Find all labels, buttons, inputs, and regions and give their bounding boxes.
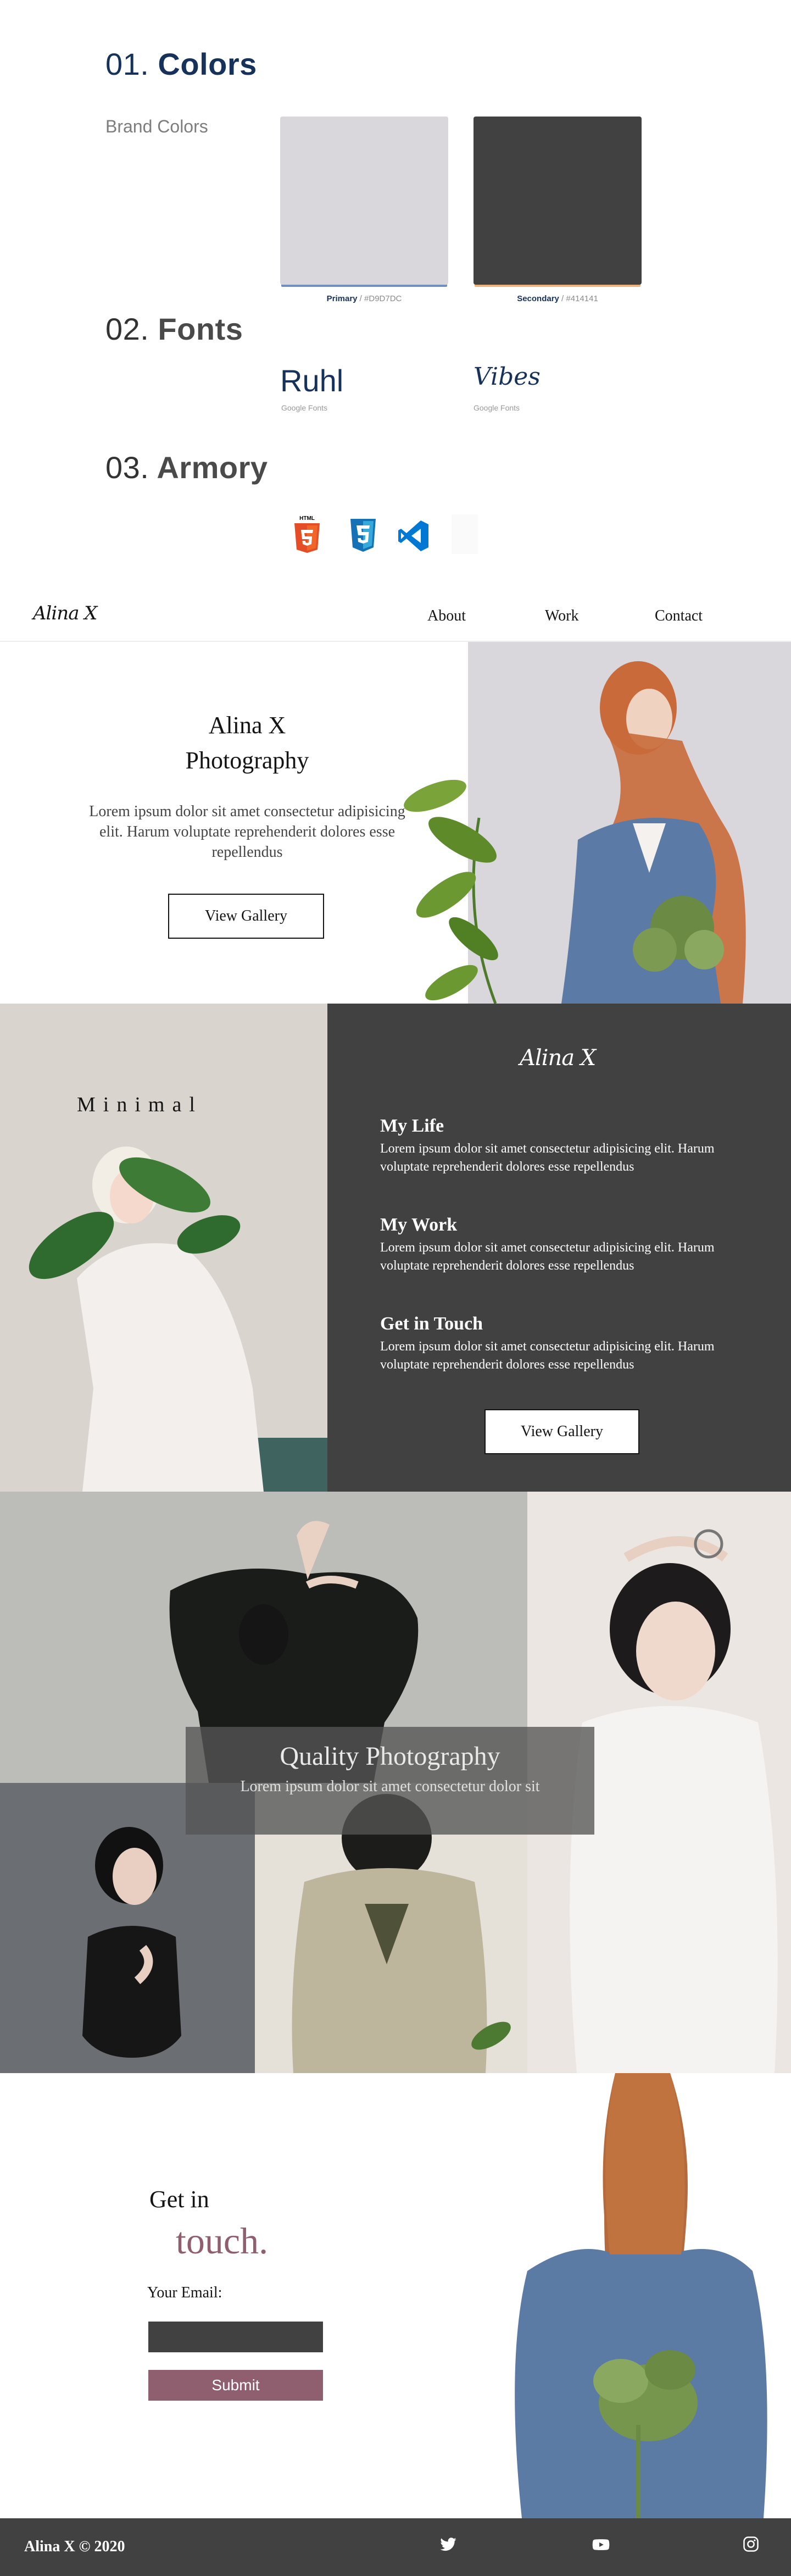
twitter-icon[interactable] bbox=[439, 2536, 457, 2553]
email-input[interactable] bbox=[148, 2322, 323, 2352]
about-panel: Alina X My Life Lorem ipsum dolor sit am… bbox=[327, 1004, 791, 1492]
about-view-gallery-button[interactable]: View Gallery bbox=[484, 1409, 639, 1454]
contact-photo bbox=[489, 2073, 791, 2518]
hero-body: Lorem ipsum dolor sit amet consectetur a… bbox=[89, 803, 405, 861]
html5-icon: HTML bbox=[292, 514, 322, 554]
gallery-section: Quality Photography Lorem ipsum dolor si… bbox=[0, 1492, 791, 2073]
hero-leaves bbox=[404, 779, 498, 1004]
submit-button[interactable]: Submit bbox=[148, 2370, 323, 2401]
minimal-label: Minimal bbox=[77, 1093, 203, 1116]
about-item-text: Lorem ipsum dolor sit amet consectetur a… bbox=[380, 1240, 715, 1273]
about-item-text: Lorem ipsum dolor sit amet consectetur a… bbox=[380, 1142, 715, 1174]
primary-swatch bbox=[280, 117, 448, 285]
email-label: Your Email: bbox=[147, 2284, 222, 2301]
gallery-title: Quality Photography bbox=[280, 1742, 500, 1771]
tool-placeholder bbox=[452, 514, 478, 554]
font-source-vibes: Google Fonts bbox=[474, 403, 520, 412]
primary-caption: Primary / #D9D7DC bbox=[326, 294, 402, 303]
hero-view-gallery-button[interactable]: View Gallery bbox=[168, 894, 324, 939]
hero-title: Alina X Photography bbox=[185, 712, 309, 774]
font-sample-ruhl: Ruhl bbox=[280, 363, 344, 398]
fonts-heading: 02. Fonts bbox=[105, 312, 243, 346]
svg-text:HTML: HTML bbox=[299, 516, 315, 522]
site-header: Alina X About Work Contact bbox=[0, 591, 791, 641]
about-item-title: My Work bbox=[380, 1215, 458, 1235]
css3-icon bbox=[348, 518, 378, 553]
font-source-ruhl: Google Fonts bbox=[281, 403, 328, 412]
nav-work[interactable]: Work bbox=[545, 607, 579, 625]
colors-heading: 01. Colors bbox=[105, 47, 257, 81]
contact-section: Get in touch. Your Email: Submit bbox=[0, 2073, 791, 2518]
brand-colors-label: Brand Colors bbox=[105, 117, 208, 136]
secondary-caption: Secondary / #414141 bbox=[517, 294, 598, 303]
about-item-text: Lorem ipsum dolor sit amet consectetur a… bbox=[380, 1339, 715, 1372]
about-item-title: Get in Touch bbox=[380, 1314, 483, 1334]
nav-contact[interactable]: Contact bbox=[655, 607, 703, 625]
font-sample-vibes: Vibes bbox=[474, 363, 541, 391]
about-logo: Alina X bbox=[520, 1045, 596, 1071]
gallery-text: Lorem ipsum dolor sit amet consectetur d… bbox=[240, 1778, 540, 1795]
hero-photo bbox=[468, 642, 791, 1004]
contact-heading-line1: Get in bbox=[149, 2186, 209, 2213]
site-footer: Alina X © 2020 bbox=[0, 2518, 791, 2576]
about-item-title: My Life bbox=[380, 1116, 444, 1136]
minimal-photo bbox=[0, 1004, 327, 1492]
instagram-icon[interactable] bbox=[743, 2536, 759, 2552]
gallery-caption-panel: Quality Photography Lorem ipsum dolor si… bbox=[186, 1727, 594, 1835]
armory-heading: 03. Armory bbox=[105, 450, 268, 485]
copyright: Alina X © 2020 bbox=[24, 2538, 125, 2555]
hero-section: Alina X Photography Lorem ipsum dolor si… bbox=[0, 642, 791, 1004]
youtube-icon[interactable] bbox=[591, 2536, 611, 2553]
logo[interactable]: Alina X bbox=[33, 602, 97, 624]
vscode-icon bbox=[397, 519, 431, 553]
nav-about[interactable]: About bbox=[427, 607, 466, 625]
secondary-swatch bbox=[474, 117, 642, 285]
contact-heading-line2: touch. bbox=[176, 2220, 269, 2262]
about-section: Minimal Alina X My Life Lorem ipsum dolo… bbox=[0, 1004, 791, 1492]
